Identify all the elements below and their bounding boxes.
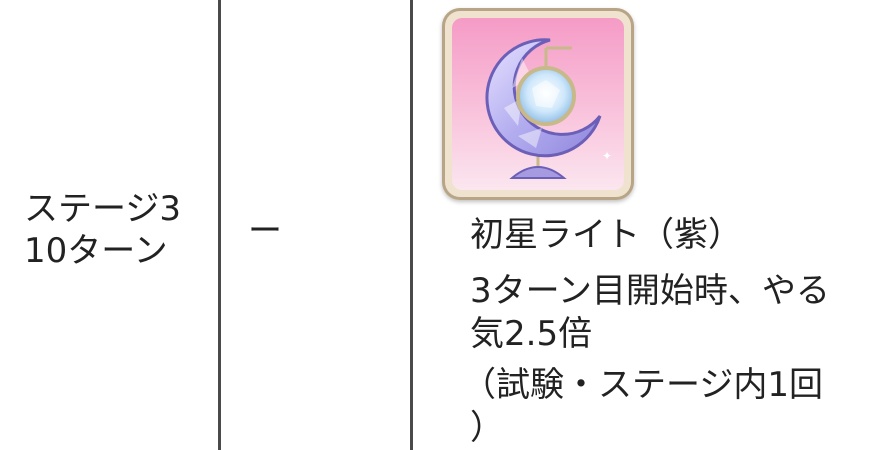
item-effect-line-1: 3ターン目開始時、やる: [470, 271, 830, 311]
column-divider-right: [410, 0, 413, 450]
item-name: 初星ライト（紫）: [470, 215, 742, 255]
svg-text:✦: ✦: [602, 149, 612, 163]
item-limit-line-1: （試験・ステージ内1回: [462, 365, 823, 405]
item-icon-frame[interactable]: ✦: [442, 8, 634, 200]
empty-value-dash: ー: [248, 211, 282, 251]
column-divider-left: [218, 0, 221, 450]
item-limit-line-2: ）: [470, 408, 504, 448]
crescent-moon-lamp-icon: ✦: [485, 38, 612, 179]
stage-condition-text: ステージ3 10ターン: [24, 189, 181, 271]
item-effect-line-2: 気2.5倍: [470, 314, 593, 354]
item-icon-background: ✦: [452, 18, 624, 190]
